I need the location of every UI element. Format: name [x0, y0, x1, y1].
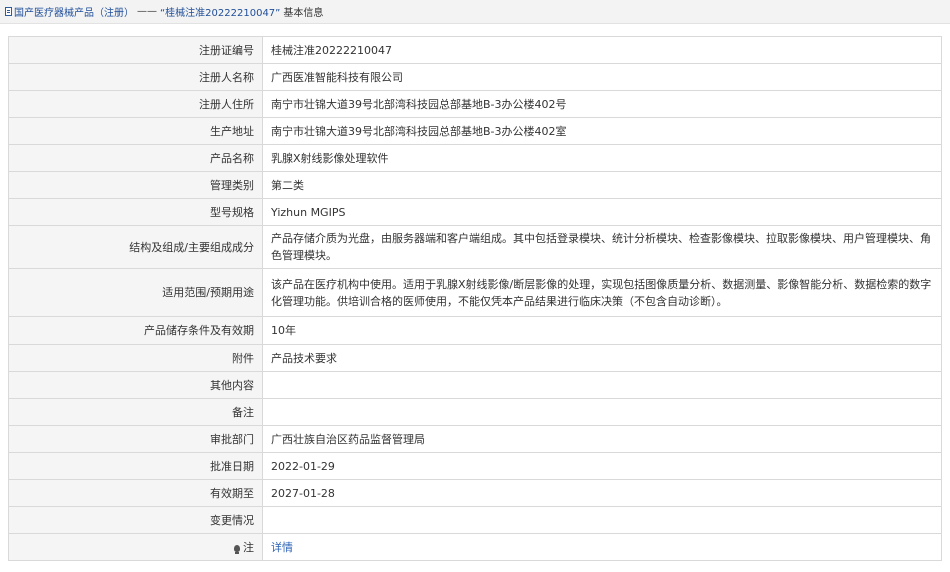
- attachment-value: 产品技术要求: [262, 344, 942, 372]
- lightbulb-icon: [234, 544, 240, 554]
- table-row: 附件 产品技术要求: [8, 344, 942, 372]
- row-label: 注册人住所: [8, 90, 263, 118]
- table-row: 变更情况: [8, 506, 942, 534]
- registrant-address-value: 南宁市壮锦大道39号北部湾科技园总部基地B-3办公楼402号: [262, 90, 942, 118]
- table-row: 批准日期 2022-01-29: [8, 452, 942, 480]
- note-label-cell: 注: [8, 533, 263, 561]
- breadcrumb-separator: ——: [137, 6, 157, 17]
- table-row: 注册人名称 广西医准智能科技有限公司: [8, 63, 942, 91]
- row-label: 注册证编号: [8, 36, 263, 64]
- other-content-value: [262, 371, 942, 399]
- row-label: 变更情况: [8, 506, 263, 534]
- product-name-value: 乳腺X射线影像处理软件: [262, 144, 942, 172]
- row-label: 管理类别: [8, 171, 263, 199]
- remarks-value: [262, 398, 942, 426]
- table-row: 其他内容: [8, 371, 942, 399]
- row-label: 附件: [8, 344, 263, 372]
- table-row: 有效期至 2027-01-28: [8, 479, 942, 507]
- approval-date-value: 2022-01-29: [262, 452, 942, 480]
- change-status-value: [262, 506, 942, 534]
- row-label: 审批部门: [8, 425, 263, 453]
- details-link[interactable]: 详情: [271, 541, 293, 554]
- details-cell: 详情: [262, 533, 942, 561]
- table-row: 审批部门 广西壮族自治区药品监督管理局: [8, 425, 942, 453]
- approval-department-value: 广西壮族自治区药品监督管理局: [262, 425, 942, 453]
- device-info-table: 注册证编号 桂械注准20222210047 注册人名称 广西医准智能科技有限公司…: [8, 36, 942, 561]
- table-row: 注册人住所 南宁市壮锦大道39号北部湾科技园总部基地B-3办公楼402号: [8, 90, 942, 118]
- storage-validity-value: 10年: [262, 316, 942, 345]
- table-row: 结构及组成/主要组成成分 产品存储介质为光盘，由服务器端和客户端组成。其中包括登…: [8, 225, 942, 269]
- table-row: 生产地址 南宁市壮锦大道39号北部湾科技园总部基地B-3办公楼402室: [8, 117, 942, 145]
- management-class-value: 第二类: [262, 171, 942, 199]
- row-label: 产品储存条件及有效期: [8, 316, 263, 345]
- table-row: 适用范围/预期用途 该产品在医疗机构中使用。适用于乳腺X射线影像/断层影像的处理…: [8, 268, 942, 317]
- row-label: 结构及组成/主要组成成分: [8, 225, 263, 269]
- registration-number-value: 桂械注准20222210047: [262, 36, 942, 64]
- row-label: 备注: [8, 398, 263, 426]
- row-label: 注册人名称: [8, 63, 263, 91]
- breadcrumb-category-link[interactable]: 国产医疗器械产品（注册）: [14, 4, 134, 19]
- row-label: 适用范围/预期用途: [8, 268, 263, 317]
- table-row: 管理类别 第二类: [8, 171, 942, 199]
- table-row: 备注: [8, 398, 942, 426]
- breadcrumb-suffix: 基本信息: [283, 8, 324, 19]
- breadcrumb: 国产医疗器械产品（注册） —— “桂械注准20222210047” 基本信息: [0, 0, 950, 24]
- row-label: 其他内容: [8, 371, 263, 399]
- production-address-value: 南宁市壮锦大道39号北部湾科技园总部基地B-3办公楼402室: [262, 117, 942, 145]
- model-spec-value: Yizhun MGIPS: [262, 198, 942, 226]
- table-row: 注 详情: [8, 533, 942, 561]
- row-label: 生产地址: [8, 117, 263, 145]
- row-label: 注: [243, 540, 254, 554]
- document-icon: [5, 7, 12, 16]
- row-label: 型号规格: [8, 198, 263, 226]
- registrant-name-value: 广西医准智能科技有限公司: [262, 63, 942, 91]
- row-label: 产品名称: [8, 144, 263, 172]
- breadcrumb-item-link[interactable]: “桂械注准20222210047”: [160, 4, 280, 19]
- row-label: 有效期至: [8, 479, 263, 507]
- table-row: 注册证编号 桂械注准20222210047: [8, 36, 942, 64]
- intended-use-value: 该产品在医疗机构中使用。适用于乳腺X射线影像/断层影像的处理，实现包括图像质量分…: [262, 268, 942, 317]
- table-row: 型号规格 Yizhun MGIPS: [8, 198, 942, 226]
- table-row: 产品名称 乳腺X射线影像处理软件: [8, 144, 942, 172]
- table-row: 产品储存条件及有效期 10年: [8, 316, 942, 345]
- structure-composition-value: 产品存储介质为光盘，由服务器端和客户端组成。其中包括登录模块、统计分析模块、检查…: [262, 225, 942, 269]
- row-label: 批准日期: [8, 452, 263, 480]
- valid-until-value: 2027-01-28: [262, 479, 942, 507]
